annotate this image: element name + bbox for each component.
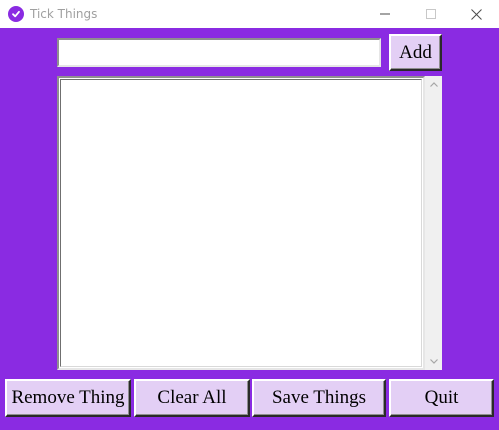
clear-all-button[interactable]: Clear All xyxy=(134,379,250,417)
minimize-icon xyxy=(380,13,390,15)
remove-thing-button[interactable]: Remove Thing xyxy=(5,379,131,417)
save-things-button[interactable]: Save Things xyxy=(252,379,386,417)
maximize-button[interactable] xyxy=(408,0,454,28)
close-icon xyxy=(470,8,482,20)
window-title: Tick Things xyxy=(30,7,98,21)
chevron-down-icon xyxy=(429,359,438,364)
check-circle-icon xyxy=(8,6,24,22)
listbox-scrollbar[interactable] xyxy=(425,76,442,370)
things-listbox[interactable] xyxy=(57,76,425,370)
chevron-up-icon xyxy=(429,82,438,87)
minimize-button[interactable] xyxy=(362,0,408,28)
scroll-up-button[interactable] xyxy=(425,76,442,93)
listbox-inner xyxy=(60,79,422,367)
thing-input[interactable] xyxy=(57,38,381,67)
add-button[interactable]: Add xyxy=(389,34,442,71)
maximize-icon xyxy=(426,9,436,19)
title-bar[interactable]: Tick Things xyxy=(0,0,499,28)
quit-button[interactable]: Quit xyxy=(389,379,494,417)
close-button[interactable] xyxy=(453,0,499,28)
scroll-down-button[interactable] xyxy=(425,353,442,370)
